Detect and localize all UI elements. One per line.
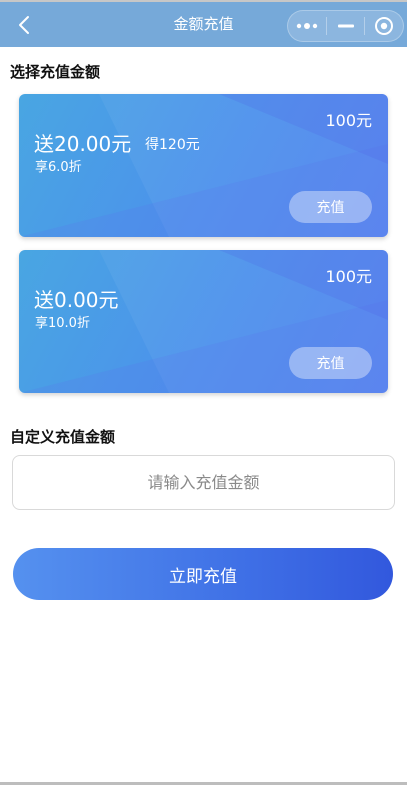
close-button[interactable] [365,11,403,41]
minimize-icon [337,24,354,28]
card-discount: 享10.0折 [35,316,90,331]
more-button[interactable] [288,11,326,41]
recharge-card[interactable]: 100元 送0.00元 享10.0折 充值 [19,250,388,393]
card-bonus: 送0.00元 [34,288,119,312]
card-bonus: 送20.00元 [34,132,132,156]
app-frame: 金额充值 选择充值金额 100元 送20.00元 得120元 享6.0折 充值 … [0,0,407,785]
card-get-amount: 得120元 [145,137,200,153]
recharge-now-button[interactable]: 立即充值 [13,548,393,600]
recharge-card[interactable]: 100元 送20.00元 得120元 享6.0折 充值 [19,94,388,237]
amount-input[interactable] [12,455,395,510]
nav-bar: 金额充值 [0,2,407,47]
minimize-button[interactable] [327,11,365,41]
custom-section-title: 自定义充值金额 [10,428,116,446]
card-price: 100元 [325,111,372,130]
card-price: 100元 [325,267,372,286]
target-circle-icon [375,17,394,35]
recharge-button[interactable]: 充值 [289,191,372,223]
chevron-left-icon [19,16,29,34]
preset-section-title: 选择充值金额 [10,63,101,81]
capsule-menu [287,10,404,42]
card-discount: 享6.0折 [35,160,82,175]
recharge-button[interactable]: 充值 [289,347,372,379]
more-dots-icon [296,23,318,29]
back-button[interactable] [8,7,40,43]
